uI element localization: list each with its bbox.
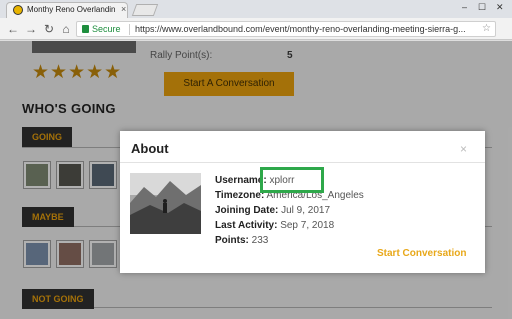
mountain-photo-icon — [130, 173, 201, 234]
points-label: Points: — [215, 235, 249, 246]
user-avatar — [130, 173, 201, 234]
joining-date-row: Joining Date: Jul 9, 2017 — [215, 205, 330, 216]
window-close-icon[interactable]: ✕ — [496, 2, 504, 13]
bookmark-star-icon[interactable]: ☆ — [482, 23, 491, 34]
maximize-icon[interactable]: ☐ — [478, 2, 486, 13]
url-text[interactable]: https://www.overlandbound.com/event/mont… — [135, 24, 475, 34]
forward-icon[interactable]: → — [24, 22, 38, 36]
points-value: 233 — [251, 235, 269, 246]
tab-title: Monthy Reno Overlanding M — [27, 5, 115, 14]
new-tab-button[interactable] — [131, 4, 159, 16]
modal-close-icon[interactable]: × — [460, 142, 467, 156]
about-modal: About × Username: xplorr Timezone: Ameri… — [120, 131, 485, 273]
username-highlight-box — [260, 167, 324, 193]
browser-tab-bar: Monthy Reno Overlanding M × – ☐ ✕ — [0, 0, 512, 18]
home-icon[interactable]: ⌂ — [59, 22, 73, 36]
modal-divider — [120, 162, 485, 163]
address-separator — [129, 24, 130, 35]
lock-icon — [82, 25, 89, 33]
last-activity-value: Sep 7, 2018 — [280, 220, 335, 231]
last-activity-label: Last Activity: — [215, 220, 278, 231]
secure-label: Secure — [92, 24, 121, 34]
timezone-label: Timezone: — [215, 190, 265, 201]
reload-icon[interactable]: ↻ — [42, 22, 56, 36]
back-icon[interactable]: ← — [6, 22, 20, 36]
joining-date-value: Jul 9, 2017 — [281, 205, 331, 216]
minimize-icon[interactable]: – — [462, 2, 467, 12]
address-bar[interactable]: Secure https://www.overlandbound.com/eve… — [76, 21, 496, 37]
browser-toolbar: ← → ↻ ⌂ Secure https://www.overlandbound… — [0, 18, 512, 40]
tab-close-icon[interactable]: × — [121, 4, 126, 14]
site-favicon-icon — [13, 5, 23, 15]
start-conversation-link[interactable]: Start Conversation — [377, 248, 466, 259]
modal-title: About — [131, 141, 169, 156]
points-row: Points: 233 — [215, 235, 268, 246]
last-activity-row: Last Activity: Sep 7, 2018 — [215, 220, 334, 231]
browser-tab[interactable]: Monthy Reno Overlanding M × — [6, 2, 128, 18]
joining-date-label: Joining Date: — [215, 205, 279, 216]
username-label: Username: — [215, 175, 267, 186]
